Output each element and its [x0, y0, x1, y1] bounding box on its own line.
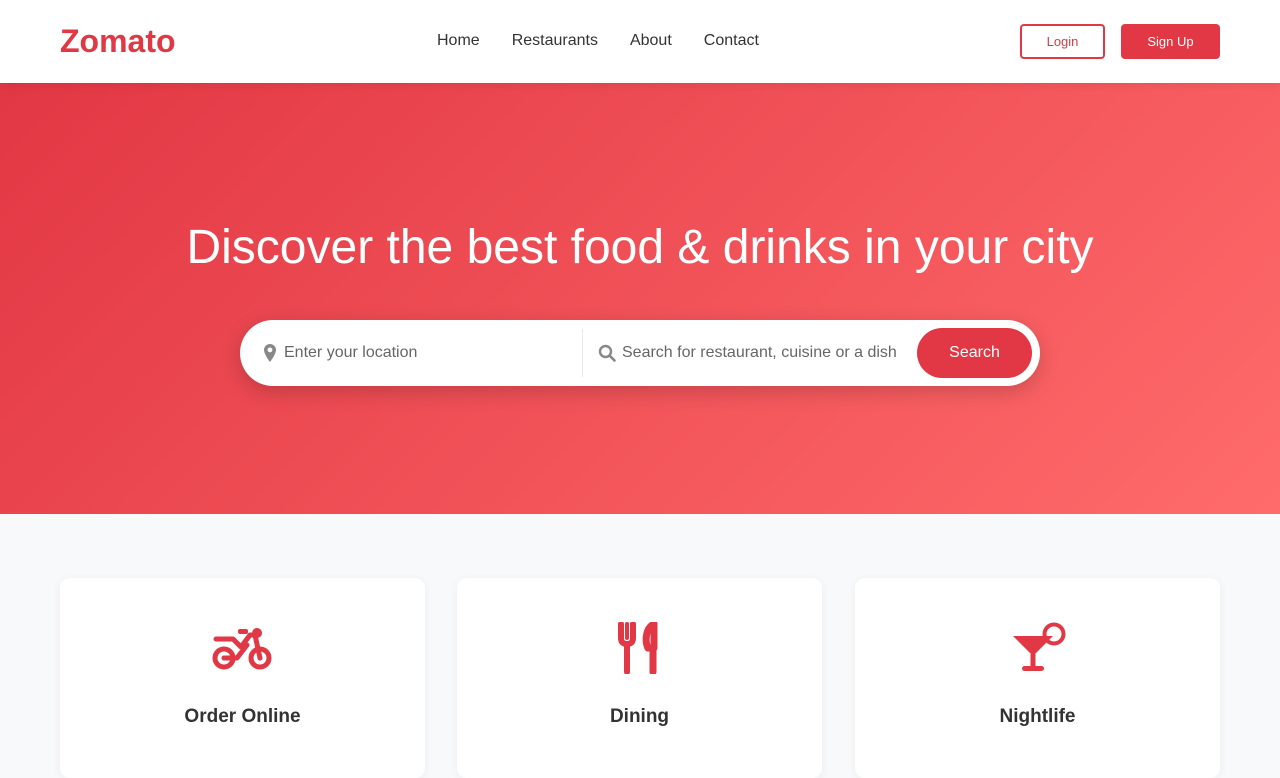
utensils-icon: [608, 620, 672, 676]
map-pin-icon: [264, 344, 276, 362]
main-nav: Home Restaurants About Contact: [437, 31, 759, 51]
feature-card-order-online[interactable]: Order Online: [60, 578, 425, 778]
nav-item-about[interactable]: About: [630, 31, 672, 51]
nav-item-contact[interactable]: Contact: [704, 31, 759, 51]
feature-card-dining[interactable]: Dining: [457, 578, 822, 778]
search-button[interactable]: Search: [917, 328, 1032, 378]
feature-card-nightlife[interactable]: Nightlife: [855, 578, 1220, 778]
search-divider: [582, 329, 583, 377]
search-icon: [598, 344, 616, 362]
feature-title: Order Online: [184, 706, 301, 727]
hero-title: Discover the best food & drinks in your …: [186, 221, 1094, 274]
motorcycle-icon: [211, 620, 275, 676]
restaurant-search-input[interactable]: [622, 340, 912, 366]
feature-title: Nightlife: [999, 706, 1076, 727]
nav-item-restaurants[interactable]: Restaurants: [512, 31, 598, 51]
hero-section: Discover the best food & drinks in your …: [0, 83, 1280, 514]
nav-item-home[interactable]: Home: [437, 31, 480, 51]
search-bar: Search: [240, 320, 1040, 386]
login-button[interactable]: Login: [1020, 24, 1105, 59]
signup-button[interactable]: Sign Up: [1121, 24, 1220, 59]
brand-logo[interactable]: Zomato: [60, 22, 176, 60]
cocktail-icon: [1006, 620, 1070, 676]
site-header: Zomato Home Restaurants About Contact Lo…: [0, 0, 1280, 83]
location-input[interactable]: [284, 340, 574, 366]
feature-title: Dining: [609, 706, 670, 727]
